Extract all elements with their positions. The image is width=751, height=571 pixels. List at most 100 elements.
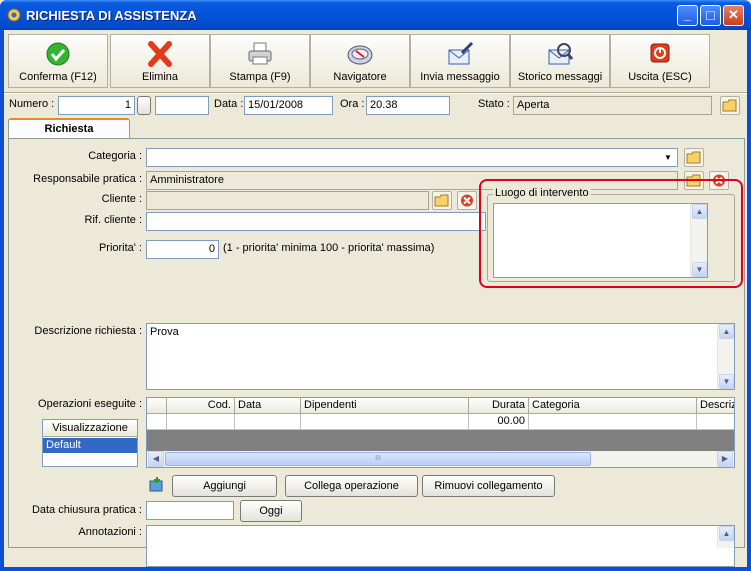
priorita-hint: (1 - priorita' minima 100 - priorita' ma… (223, 242, 435, 254)
delete-button[interactable]: Elimina (110, 34, 210, 88)
descrizione-textarea[interactable]: Prova (146, 323, 735, 390)
ora-field[interactable]: 20.38 (366, 96, 450, 115)
mail-history-icon (548, 43, 574, 65)
window-title: RICHIESTA DI ASSISTENZA (26, 8, 197, 23)
check-icon (46, 42, 70, 66)
grid-cell[interactable]: 00.00 (469, 414, 529, 430)
operazioni-grid[interactable]: Cod. Data Dipendenti Durata Categoria De… (146, 397, 735, 468)
priorita-label: Priorita' : (98, 242, 142, 254)
oggi-button[interactable]: Oggi (240, 500, 302, 522)
chevron-down-icon[interactable]: ▼ (660, 150, 676, 165)
tab-richiesta[interactable]: Richiesta (8, 118, 130, 139)
grid-cell[interactable] (167, 414, 235, 430)
annotazioni-label: Annotazioni : (78, 526, 142, 538)
visualizzazione-list[interactable]: Visualizzazione Default (42, 419, 138, 467)
send-message-button[interactable]: Invia messaggio (410, 34, 510, 88)
annotazioni-textarea[interactable] (146, 525, 735, 567)
folder-icon (722, 99, 737, 112)
scroll-up-icon[interactable]: ▲ (692, 204, 707, 219)
message-history-button[interactable]: Storico messaggi (510, 34, 610, 88)
grid-cell[interactable] (147, 414, 167, 430)
scroll-right-icon[interactable]: ▶ (717, 451, 733, 467)
grid-header-dipendenti[interactable]: Dipendenti (301, 398, 469, 414)
responsabile-label: Responsabile pratica : (33, 173, 142, 185)
message-history-label: Storico messaggi (517, 71, 603, 83)
app-icon (7, 8, 21, 22)
tab-panel: Categoria : ▼ Responsabile pratica : Amm… (8, 138, 745, 567)
grid-header-descrizione[interactable]: Descriz (697, 398, 734, 414)
delete-x-icon (148, 41, 172, 67)
stato-label: Stato : (478, 98, 510, 110)
exit-button[interactable]: Uscita (ESC) (610, 34, 710, 88)
luogo-textarea[interactable] (493, 203, 708, 278)
descrizione-scrollbar[interactable]: ▲ ▼ (717, 324, 734, 389)
grid-hscrollbar[interactable]: ◀ III ▶ (147, 451, 734, 467)
print-label: Stampa (F9) (229, 71, 291, 83)
send-message-label: Invia messaggio (420, 71, 500, 83)
list-item[interactable]: Default (43, 438, 137, 453)
numero-suffix-field[interactable] (155, 96, 209, 115)
collega-operazione-button[interactable]: Collega operazione (285, 475, 418, 497)
grid-cell[interactable] (301, 414, 469, 430)
rif-cliente-field[interactable] (146, 212, 486, 231)
confirm-label: Conferma (F12) (19, 71, 97, 83)
minimize-icon: _ (683, 7, 692, 22)
grid-header-categoria[interactable]: Categoria (529, 398, 697, 414)
scroll-up-icon[interactable]: ▲ (719, 526, 734, 541)
toolbar-separator (4, 92, 747, 94)
rimuovi-collegamento-button[interactable]: Rimuovi collegamento (422, 475, 555, 497)
categoria-select[interactable] (146, 148, 678, 167)
cliente-clear-button[interactable] (457, 191, 477, 210)
cliente-label: Cliente : (101, 193, 142, 205)
close-icon: ✕ (728, 7, 739, 22)
confirm-button[interactable]: Conferma (F12) (8, 34, 108, 88)
maximize-button[interactable]: □ (700, 5, 721, 26)
folder-icon (686, 151, 701, 164)
numero-label: Numero : (9, 98, 55, 110)
grid-cell[interactable] (235, 414, 301, 430)
data-field[interactable]: 15/01/2008 (244, 96, 333, 115)
navigator-button[interactable]: Navigatore (310, 34, 410, 88)
grid-header-select (147, 398, 167, 414)
categoria-label: Categoria : (88, 150, 142, 162)
compass-icon (347, 45, 373, 65)
numero-field[interactable]: 1 (58, 96, 135, 115)
delete-label: Elimina (141, 71, 179, 83)
scroll-left-icon[interactable]: ◀ (148, 451, 164, 467)
scroll-up-icon[interactable]: ▲ (719, 324, 734, 339)
send-mail-icon (448, 41, 474, 65)
visualizzazione-header: Visualizzazione (43, 420, 137, 437)
print-button[interactable]: Stampa (F9) (210, 34, 310, 88)
data-chiusura-label: Data chiusura pratica : (31, 504, 142, 516)
scroll-down-icon[interactable]: ▼ (692, 262, 707, 277)
grid-header-durata[interactable]: Durata (469, 398, 529, 414)
cliente-field (146, 191, 429, 210)
stato-folder-button[interactable] (720, 96, 740, 115)
rif-cliente-label: Rif. cliente : (84, 214, 142, 226)
printer-icon (248, 42, 272, 65)
cliente-folder-button[interactable] (432, 191, 452, 210)
title-bar[interactable]: RICHIESTA DI ASSISTENZA _ □ ✕ (0, 0, 751, 30)
grid-cell[interactable] (529, 414, 697, 430)
numero-lookup-button[interactable] (137, 96, 151, 115)
categoria-folder-button[interactable] (684, 148, 704, 167)
ora-label: Ora : (340, 98, 365, 110)
priorita-field[interactable]: 0 (146, 240, 219, 259)
maximize-icon: □ (706, 7, 715, 23)
data-label: Data : (214, 98, 244, 110)
luogo-scrollbar[interactable]: ▲ ▼ (690, 204, 707, 277)
scroll-down-icon[interactable]: ▼ (719, 374, 734, 389)
grid-cell[interactable] (697, 414, 734, 430)
descrizione-label: Descrizione richiesta : (34, 325, 142, 337)
hscroll-thumb[interactable]: III (165, 452, 591, 466)
annotazioni-scrollbar[interactable]: ▲ (717, 526, 734, 548)
minimize-button[interactable]: _ (677, 5, 698, 26)
close-button[interactable]: ✕ (723, 5, 744, 26)
operazioni-label: Operazioni eseguite : (38, 398, 142, 410)
grid-header-data[interactable]: Data (235, 398, 301, 414)
grid-header-cod[interactable]: Cod. (167, 398, 235, 414)
aggiungi-button[interactable]: Aggiungi (172, 475, 277, 497)
data-chiusura-field[interactable] (146, 501, 234, 520)
navigator-label: Navigatore (333, 71, 387, 83)
window-frame: RICHIESTA DI ASSISTENZA _ □ ✕ Conferma (… (0, 0, 751, 571)
